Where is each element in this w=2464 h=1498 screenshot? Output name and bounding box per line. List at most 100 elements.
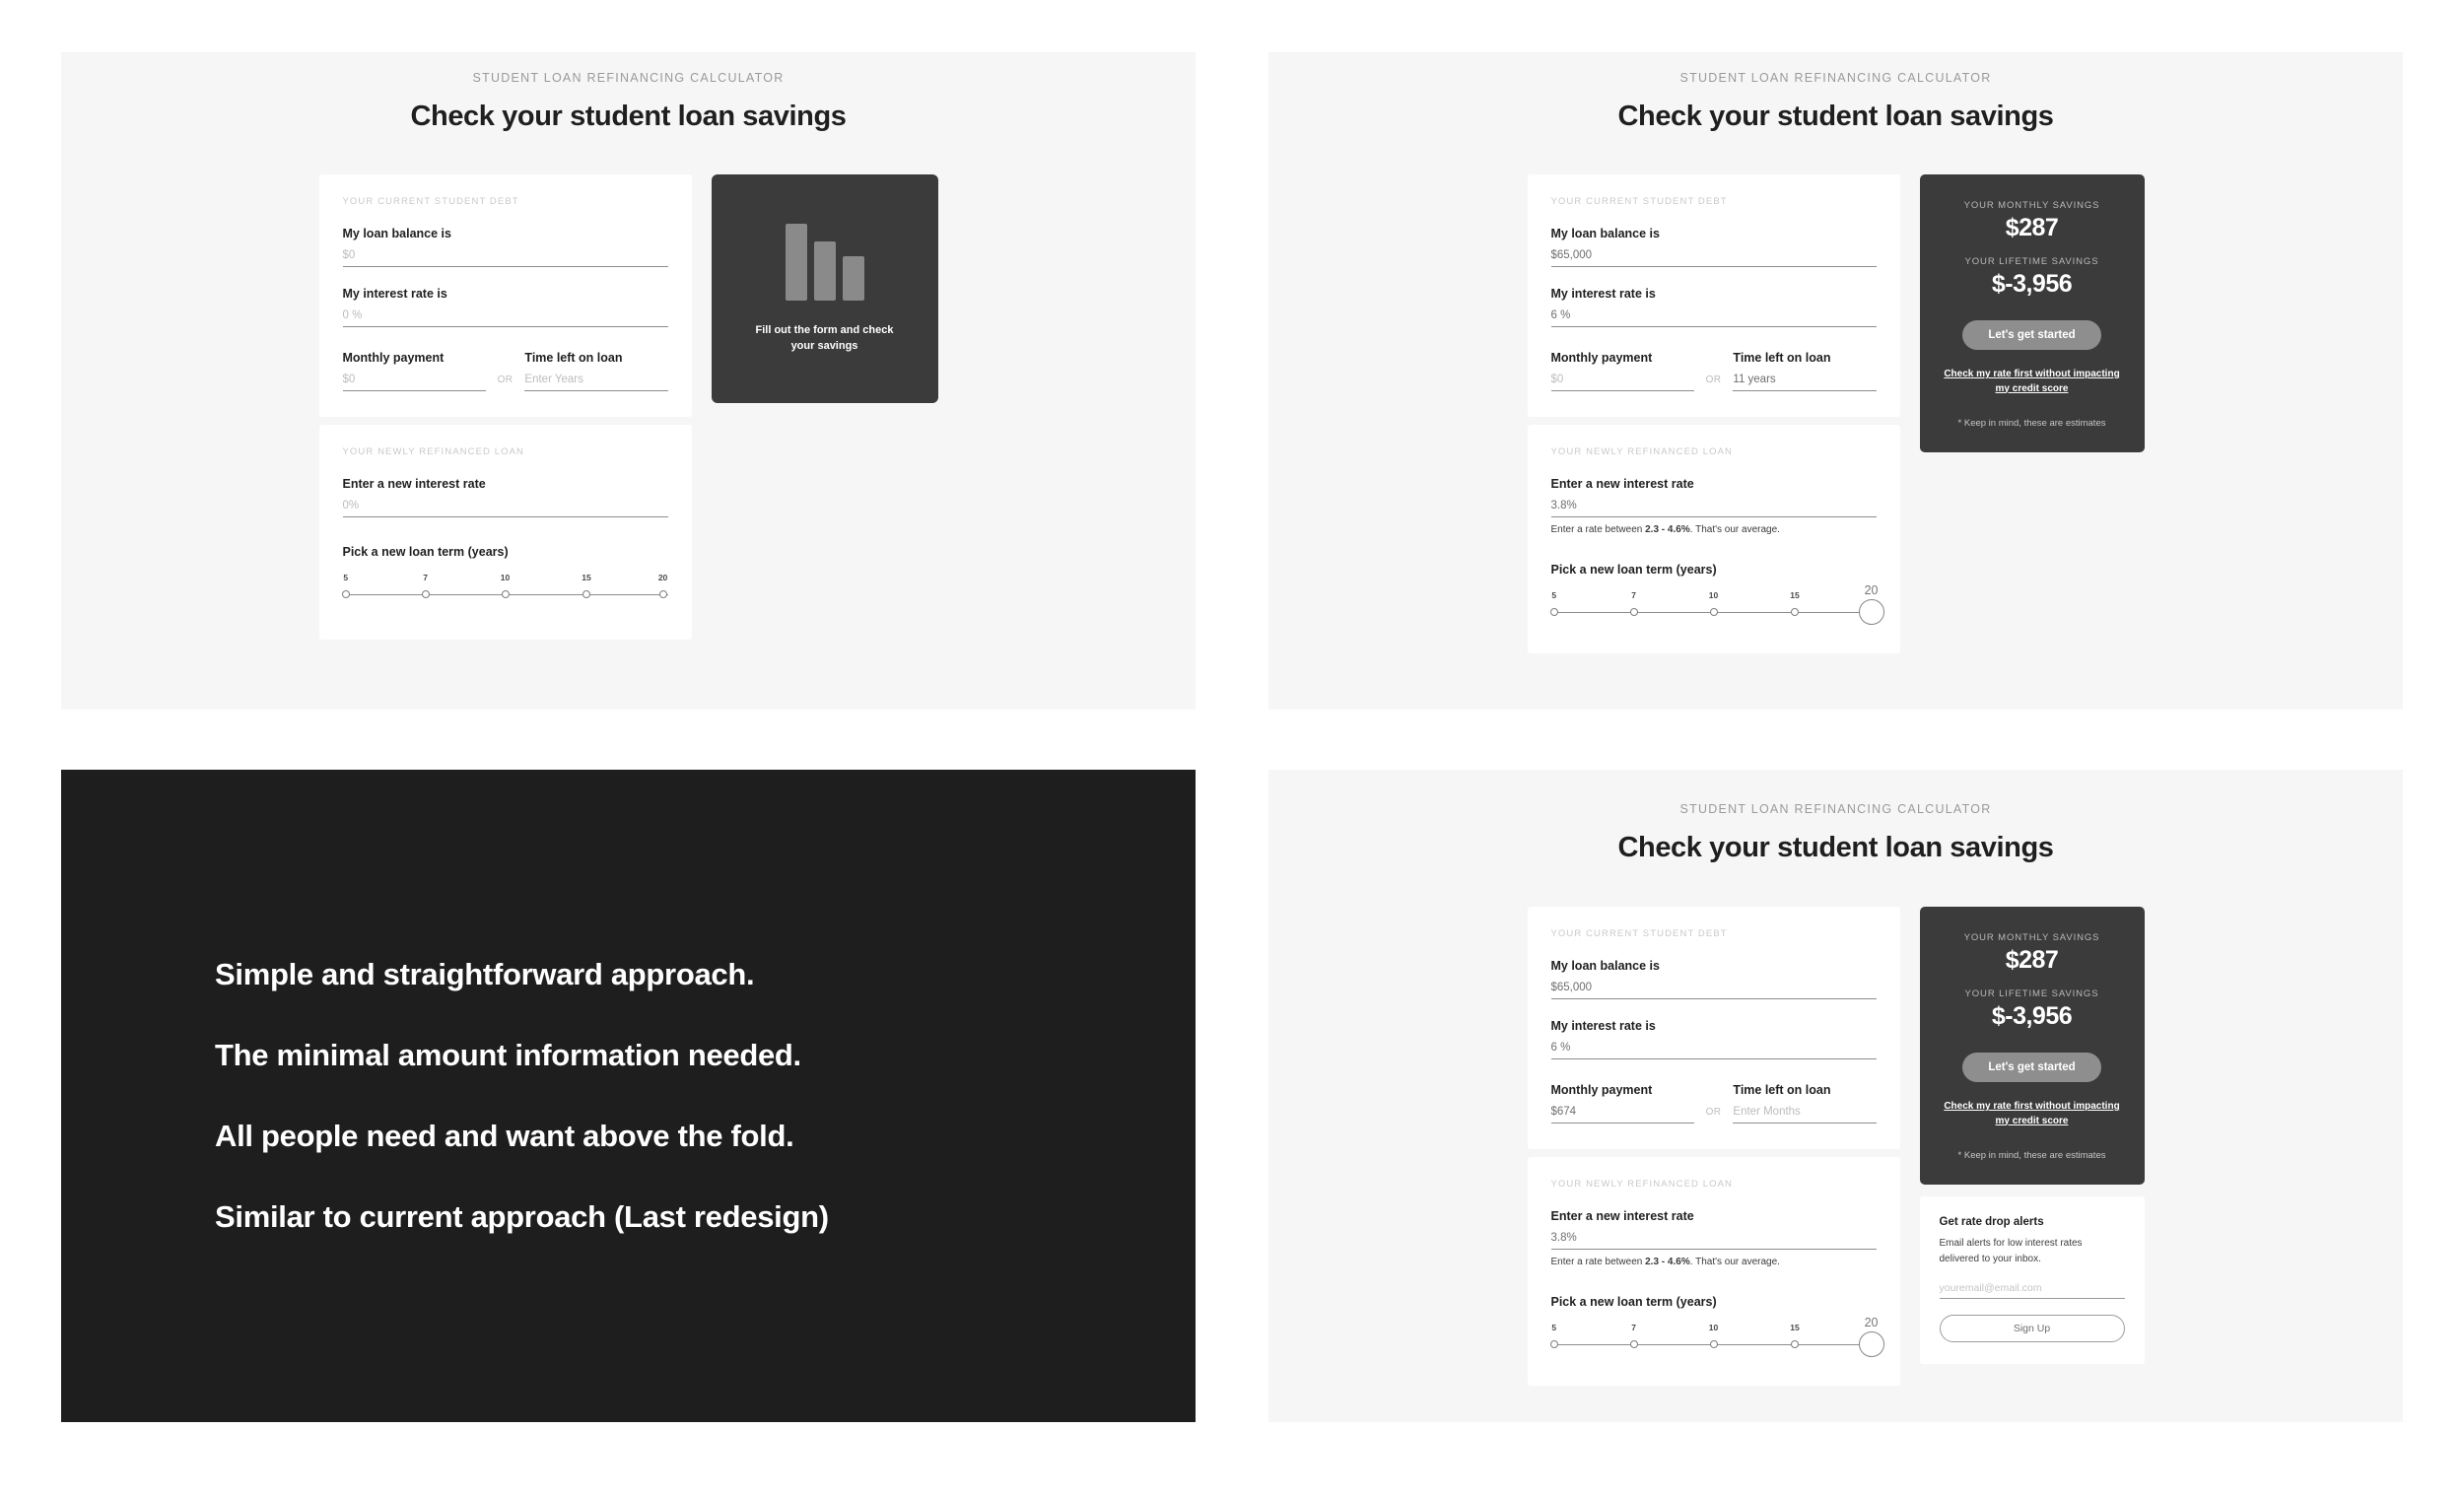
or-separator-4: OR xyxy=(1705,1107,1722,1118)
refinanced-loan-card: YOUR NEWLY REFINANCED LOAN Enter a new i… xyxy=(318,425,692,640)
refinanced-section-label-2: YOUR NEWLY REFINANCED LOAN xyxy=(1550,446,1733,457)
slider-tick-15-4: 15 xyxy=(1790,1323,1800,1332)
slider-knob-10[interactable] xyxy=(501,590,510,598)
estimates-disclaimer-4: * Keep in mind, these are estimates xyxy=(1957,1150,2106,1161)
slider-knob-20-selected-2[interactable] xyxy=(1858,599,1884,625)
slider-knob-10-2[interactable] xyxy=(1709,608,1718,616)
bar-1 xyxy=(785,223,807,301)
new-rate-field-2[interactable]: Enter a new interest rate 3.8% Enter a r… xyxy=(1550,477,1877,535)
loan-balance-input-4[interactable]: $65,000 xyxy=(1551,982,1877,993)
slider-tick-10: 10 xyxy=(500,573,511,582)
side-column: Fill out the form and check your savings xyxy=(711,174,938,403)
new-rate-input-4[interactable]: 3.8% xyxy=(1551,1232,1877,1244)
monthly-payment-label-4: Monthly payment xyxy=(1550,1083,1653,1097)
helper-suffix-4: . That's our average. xyxy=(1689,1257,1780,1267)
slider-knob-7-2[interactable] xyxy=(1629,608,1638,616)
eyebrow-label: STUDENT LOAN REFINANCING CALCULATOR xyxy=(472,71,785,85)
helper-range-4: 2.3 - 4.6% xyxy=(1645,1257,1690,1267)
monthly-payment-input-4[interactable]: $674 xyxy=(1551,1106,1694,1118)
slider-knob-5-2[interactable] xyxy=(1549,608,1558,616)
current-debt-card-2: YOUR CURRENT STUDENT DEBT My loan balanc… xyxy=(1527,174,1900,417)
time-left-field-4[interactable]: Time left on loan Enter Months xyxy=(1733,1083,1877,1124)
monthly-payment-field-4[interactable]: Monthly payment $674 xyxy=(1550,1083,1694,1124)
monthly-payment-input[interactable]: $0 xyxy=(343,374,486,385)
get-started-button-2[interactable]: Let's get started xyxy=(1962,320,2101,350)
interest-rate-field-2[interactable]: My interest rate is 6 % xyxy=(1550,287,1877,327)
new-rate-field[interactable]: Enter a new interest rate 0% xyxy=(342,477,668,517)
form-column: YOUR CURRENT STUDENT DEBT My loan balanc… xyxy=(318,174,692,640)
monthly-payment-input-2[interactable]: $0 xyxy=(1551,374,1694,385)
panel-filled-months: STUDENT LOAN REFINANCING CALCULATOR Chec… xyxy=(1268,770,2403,1422)
interest-rate-field-4[interactable]: My interest rate is 6 % xyxy=(1550,1019,1877,1059)
monthly-payment-field[interactable]: Monthly payment $0 xyxy=(342,351,486,391)
bar-chart-icon xyxy=(785,223,864,301)
new-rate-label-4: Enter a new interest rate xyxy=(1550,1209,1694,1223)
page-title-4: Check your student loan savings xyxy=(1617,832,2054,863)
statement-list: Simple and straightforward approach. The… xyxy=(61,770,1196,1422)
loan-balance-input[interactable]: $0 xyxy=(343,249,668,261)
new-rate-field-4[interactable]: Enter a new interest rate 3.8% Enter a r… xyxy=(1550,1209,1877,1267)
slider-knob-7[interactable] xyxy=(421,590,430,598)
slider-knob-5[interactable] xyxy=(341,590,350,598)
helper-range-2: 2.3 - 4.6% xyxy=(1645,524,1690,535)
helper-prefix-2: Enter a rate between xyxy=(1550,524,1646,535)
new-rate-label-2: Enter a new interest rate xyxy=(1550,477,1694,491)
loan-term-slider-4[interactable]: 5 7 10 15 20 xyxy=(1549,1316,1884,1357)
slider-tick-10-2: 10 xyxy=(1708,590,1719,600)
sign-up-button[interactable]: Sign Up xyxy=(1939,1315,2125,1342)
time-left-input-2[interactable]: 11 years xyxy=(1733,374,1876,385)
slider-knob-15[interactable] xyxy=(582,590,590,598)
slider-knob-20[interactable] xyxy=(658,590,667,598)
slider-knob-10-4[interactable] xyxy=(1709,1340,1718,1348)
new-rate-input[interactable]: 0% xyxy=(343,500,668,511)
slider-knob-5-4[interactable] xyxy=(1549,1340,1558,1348)
page-title-2: Check your student loan savings xyxy=(1617,101,2054,132)
get-started-button-4[interactable]: Let's get started xyxy=(1962,1053,2101,1082)
slider-tick-5-2: 5 xyxy=(1551,590,1557,600)
current-debt-section-label-4: YOUR CURRENT STUDENT DEBT xyxy=(1550,928,1728,939)
time-left-input-4[interactable]: Enter Months xyxy=(1733,1106,1876,1118)
refinanced-loan-card-4: YOUR NEWLY REFINANCED LOAN Enter a new i… xyxy=(1527,1157,1900,1386)
current-debt-section-label: YOUR CURRENT STUDENT DEBT xyxy=(342,196,519,207)
monthly-payment-label-2: Monthly payment xyxy=(1550,351,1653,365)
bar-2 xyxy=(813,240,836,301)
new-rate-input-2[interactable]: 3.8% xyxy=(1551,500,1877,511)
page-title: Check your student loan savings xyxy=(410,101,847,132)
rate-helper-note-4: Enter a rate between 2.3 - 4.6%. That's … xyxy=(1551,1257,1877,1267)
time-left-field[interactable]: Time left on loan Enter Years xyxy=(524,351,668,391)
statement-line-3: All people need and want above the fold. xyxy=(215,1119,794,1153)
loan-balance-field-2[interactable]: My loan balance is $65,000 xyxy=(1550,227,1877,267)
loan-term-slider-2[interactable]: 5 7 10 15 20 xyxy=(1549,583,1884,625)
loan-balance-input-2[interactable]: $65,000 xyxy=(1551,249,1877,261)
eyebrow-label-4: STUDENT LOAN REFINANCING CALCULATOR xyxy=(1679,802,1992,816)
slider-knob-7-4[interactable] xyxy=(1629,1340,1638,1348)
panel-empty-state: STUDENT LOAN REFINANCING CALCULATOR Chec… xyxy=(61,52,1196,710)
slider-tick-20-2: 20 xyxy=(1864,583,1879,597)
helper-prefix-4: Enter a rate between xyxy=(1550,1257,1646,1267)
check-rate-link-4[interactable]: Check my rate first without impacting my… xyxy=(1942,1100,2123,1128)
slider-knob-15-2[interactable] xyxy=(1791,608,1799,616)
slider-tick-20: 20 xyxy=(657,573,668,582)
results-card-4: YOUR MONTHLY SAVINGS $287 YOUR LIFETIME … xyxy=(1919,907,2145,1185)
loan-balance-field[interactable]: My loan balance is $0 xyxy=(342,227,668,267)
slider-knob-15-4[interactable] xyxy=(1791,1340,1799,1348)
time-left-field-2[interactable]: Time left on loan 11 years xyxy=(1733,351,1877,391)
calculator-body-4: YOUR CURRENT STUDENT DEBT My loan balanc… xyxy=(1268,907,2403,1386)
email-input[interactable]: youremail@email.com xyxy=(1939,1282,2125,1299)
monthly-savings-value-2: $287 xyxy=(2005,214,2059,241)
loan-balance-field-4[interactable]: My loan balance is $65,000 xyxy=(1550,959,1877,999)
slider-tick-15-2: 15 xyxy=(1790,590,1800,600)
interest-rate-input-4[interactable]: 6 % xyxy=(1551,1042,1877,1054)
current-debt-card: YOUR CURRENT STUDENT DEBT My loan balanc… xyxy=(318,174,692,417)
monthly-payment-field-2[interactable]: Monthly payment $0 xyxy=(1550,351,1694,391)
time-left-label-2: Time left on loan xyxy=(1733,351,1831,365)
interest-rate-field[interactable]: My interest rate is 0 % xyxy=(342,287,668,327)
check-rate-link-2[interactable]: Check my rate first without impacting my… xyxy=(1942,368,2123,396)
empty-state-chart-card: Fill out the form and check your savings xyxy=(711,174,938,403)
new-rate-label: Enter a new interest rate xyxy=(342,477,486,491)
time-left-input[interactable]: Enter Years xyxy=(524,374,667,385)
interest-rate-input[interactable]: 0 % xyxy=(343,309,668,321)
loan-term-slider[interactable]: 5 7 10 15 20 xyxy=(341,573,668,606)
interest-rate-input-2[interactable]: 6 % xyxy=(1551,309,1877,321)
slider-knob-20-selected-4[interactable] xyxy=(1858,1331,1884,1357)
